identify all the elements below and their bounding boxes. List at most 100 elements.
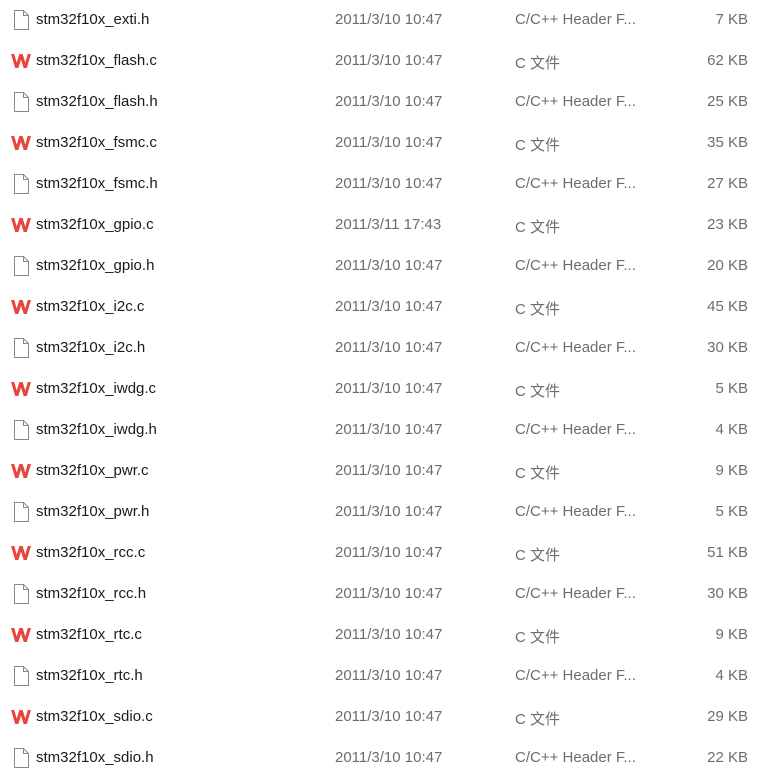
file-size: 29 KB (707, 708, 748, 725)
file-row[interactable]: stm32f10x_iwdg.c 2011/3/10 10:47 C 文件 5 KB (0, 369, 771, 410)
file-type: C 文件 (515, 301, 561, 318)
file-size: 22 KB (707, 749, 748, 766)
file-name[interactable]: stm32f10x_fsmc.h (36, 175, 158, 192)
wps-c-file-icon (10, 378, 32, 400)
file-type: C/C++ Header F... (515, 257, 636, 274)
file-row[interactable]: stm32f10x_fsmc.h 2011/3/10 10:47 C/C++ Hea… (0, 164, 771, 205)
file-size: 20 KB (707, 257, 748, 274)
file-name[interactable]: stm32f10x_sdio.c (36, 708, 153, 725)
file-date-modified: 2011/3/10 10:47 (335, 667, 443, 684)
file-row[interactable]: stm32f10x_exti.h 2011/3/10 10:47 C/C++ Hea… (0, 0, 771, 41)
file-type: C/C++ Header F... (515, 11, 636, 28)
file-row[interactable]: stm32f10x_fsmc.c 2011/3/10 10:47 C 文件 35 KB (0, 123, 771, 164)
file-date-modified: 2011/3/10 10:47 (335, 93, 443, 110)
file-name[interactable]: stm32f10x_flash.h (36, 93, 158, 110)
file-date-modified: 2011/3/10 10:47 (335, 462, 443, 479)
wps-c-file-icon (10, 542, 32, 564)
file-size: 4 KB (715, 421, 748, 438)
file-row[interactable]: stm32f10x_rcc.h 2011/3/10 10:47 C/C++ Head… (0, 574, 771, 615)
blank-file-icon (10, 419, 32, 441)
file-date-modified: 2011/3/10 10:47 (335, 257, 443, 274)
file-date-modified: 2011/3/10 10:47 (335, 52, 443, 69)
file-row[interactable]: stm32f10x_iwdg.h 2011/3/10 10:47 C/C++ Hea… (0, 410, 771, 451)
file-name[interactable]: stm32f10x_iwdg.h (36, 421, 157, 438)
file-row[interactable]: stm32f10x_sdio.c 2011/3/10 10:47 C 文件 29 KB (0, 697, 771, 738)
file-date-modified: 2011/3/10 10:47 (335, 585, 443, 602)
file-date-modified: 2011/3/10 10:47 (335, 421, 443, 438)
file-type: C 文件 (515, 465, 561, 482)
file-size: 5 KB (715, 503, 748, 520)
file-type: C/C++ Header F... (515, 339, 636, 356)
file-name[interactable]: stm32f10x_iwdg.c (36, 380, 156, 397)
file-size: 4 KB (715, 667, 748, 684)
file-type: C 文件 (515, 219, 561, 236)
file-name[interactable]: stm32f10x_i2c.c (36, 298, 144, 315)
file-type: C 文件 (515, 629, 561, 646)
file-type: C/C++ Header F... (515, 175, 636, 192)
file-row[interactable]: stm32f10x_gpio.h 2011/3/10 10:47 C/C++ Hea… (0, 246, 771, 287)
file-row[interactable]: stm32f10x_pwr.h 2011/3/10 10:47 C/C++ Head… (0, 492, 771, 533)
file-list: stm32f10x_exti.h 2011/3/10 10:47 C/C++ Hea… (0, 0, 771, 776)
file-name[interactable]: stm32f10x_fsmc.c (36, 134, 157, 151)
wps-c-file-icon (10, 132, 32, 154)
file-size: 30 KB (707, 585, 748, 602)
wps-c-file-icon (10, 624, 32, 646)
file-size: 25 KB (707, 93, 748, 110)
file-type: C 文件 (515, 547, 561, 564)
file-size: 30 KB (707, 339, 748, 356)
file-date-modified: 2011/3/10 10:47 (335, 544, 443, 561)
file-row[interactable]: stm32f10x_i2c.c 2011/3/10 10:47 C 文件 45 KB (0, 287, 771, 328)
file-date-modified: 2011/3/10 10:47 (335, 11, 443, 28)
file-type: C 文件 (515, 383, 561, 400)
blank-file-icon (10, 9, 32, 31)
file-size: 27 KB (707, 175, 748, 192)
file-row[interactable]: stm32f10x_sdio.h 2011/3/10 10:47 C/C++ Hea… (0, 738, 771, 779)
file-name[interactable]: stm32f10x_rcc.c (36, 544, 145, 561)
wps-c-file-icon (10, 460, 32, 482)
file-type: C 文件 (515, 137, 561, 154)
file-size: 9 KB (715, 462, 748, 479)
file-name[interactable]: stm32f10x_gpio.h (36, 257, 154, 274)
file-name[interactable]: stm32f10x_exti.h (36, 11, 149, 28)
file-date-modified: 2011/3/11 17:43 (335, 216, 442, 233)
file-date-modified: 2011/3/10 10:47 (335, 298, 443, 315)
file-size: 35 KB (707, 134, 748, 151)
file-name[interactable]: stm32f10x_gpio.c (36, 216, 154, 233)
file-date-modified: 2011/3/10 10:47 (335, 175, 443, 192)
file-type: C/C++ Header F... (515, 421, 636, 438)
blank-file-icon (10, 665, 32, 687)
file-name[interactable]: stm32f10x_pwr.h (36, 503, 149, 520)
file-name[interactable]: stm32f10x_flash.c (36, 52, 157, 69)
file-date-modified: 2011/3/10 10:47 (335, 708, 443, 725)
file-name[interactable]: stm32f10x_rtc.h (36, 667, 143, 684)
file-row[interactable]: stm32f10x_i2c.h 2011/3/10 10:47 C/C++ Head… (0, 328, 771, 369)
file-row[interactable]: stm32f10x_rtc.h 2011/3/10 10:47 C/C++ Head… (0, 656, 771, 697)
blank-file-icon (10, 583, 32, 605)
file-name[interactable]: stm32f10x_sdio.h (36, 749, 154, 766)
wps-c-file-icon (10, 50, 32, 72)
file-type: C/C++ Header F... (515, 503, 636, 520)
file-name[interactable]: stm32f10x_pwr.c (36, 462, 149, 479)
file-row[interactable]: stm32f10x_pwr.c 2011/3/10 10:47 C 文件 9 KB (0, 451, 771, 492)
file-size: 51 KB (707, 544, 748, 561)
file-date-modified: 2011/3/10 10:47 (335, 626, 443, 643)
blank-file-icon (10, 337, 32, 359)
file-row[interactable]: stm32f10x_flash.h 2011/3/10 10:47 C/C++ He… (0, 82, 771, 123)
file-name[interactable]: stm32f10x_rtc.c (36, 626, 142, 643)
file-name[interactable]: stm32f10x_rcc.h (36, 585, 146, 602)
blank-file-icon (10, 255, 32, 277)
file-row[interactable]: stm32f10x_rcc.c 2011/3/10 10:47 C 文件 51 KB (0, 533, 771, 574)
wps-c-file-icon (10, 296, 32, 318)
blank-file-icon (10, 501, 32, 523)
blank-file-icon (10, 91, 32, 113)
file-row[interactable]: stm32f10x_flash.c 2011/3/10 10:47 C 文件 62 K… (0, 41, 771, 82)
file-row[interactable]: stm32f10x_rtc.c 2011/3/10 10:47 C 文件 9 KB (0, 615, 771, 656)
file-date-modified: 2011/3/10 10:47 (335, 380, 443, 397)
file-size: 62 KB (707, 52, 748, 69)
file-row[interactable]: stm32f10x_gpio.c 2011/3/11 17:43 C 文件 23 KB (0, 205, 771, 246)
file-date-modified: 2011/3/10 10:47 (335, 749, 443, 766)
file-size: 5 KB (715, 380, 748, 397)
file-type: C/C++ Header F... (515, 749, 636, 766)
file-type: C/C++ Header F... (515, 93, 636, 110)
file-name[interactable]: stm32f10x_i2c.h (36, 339, 145, 356)
